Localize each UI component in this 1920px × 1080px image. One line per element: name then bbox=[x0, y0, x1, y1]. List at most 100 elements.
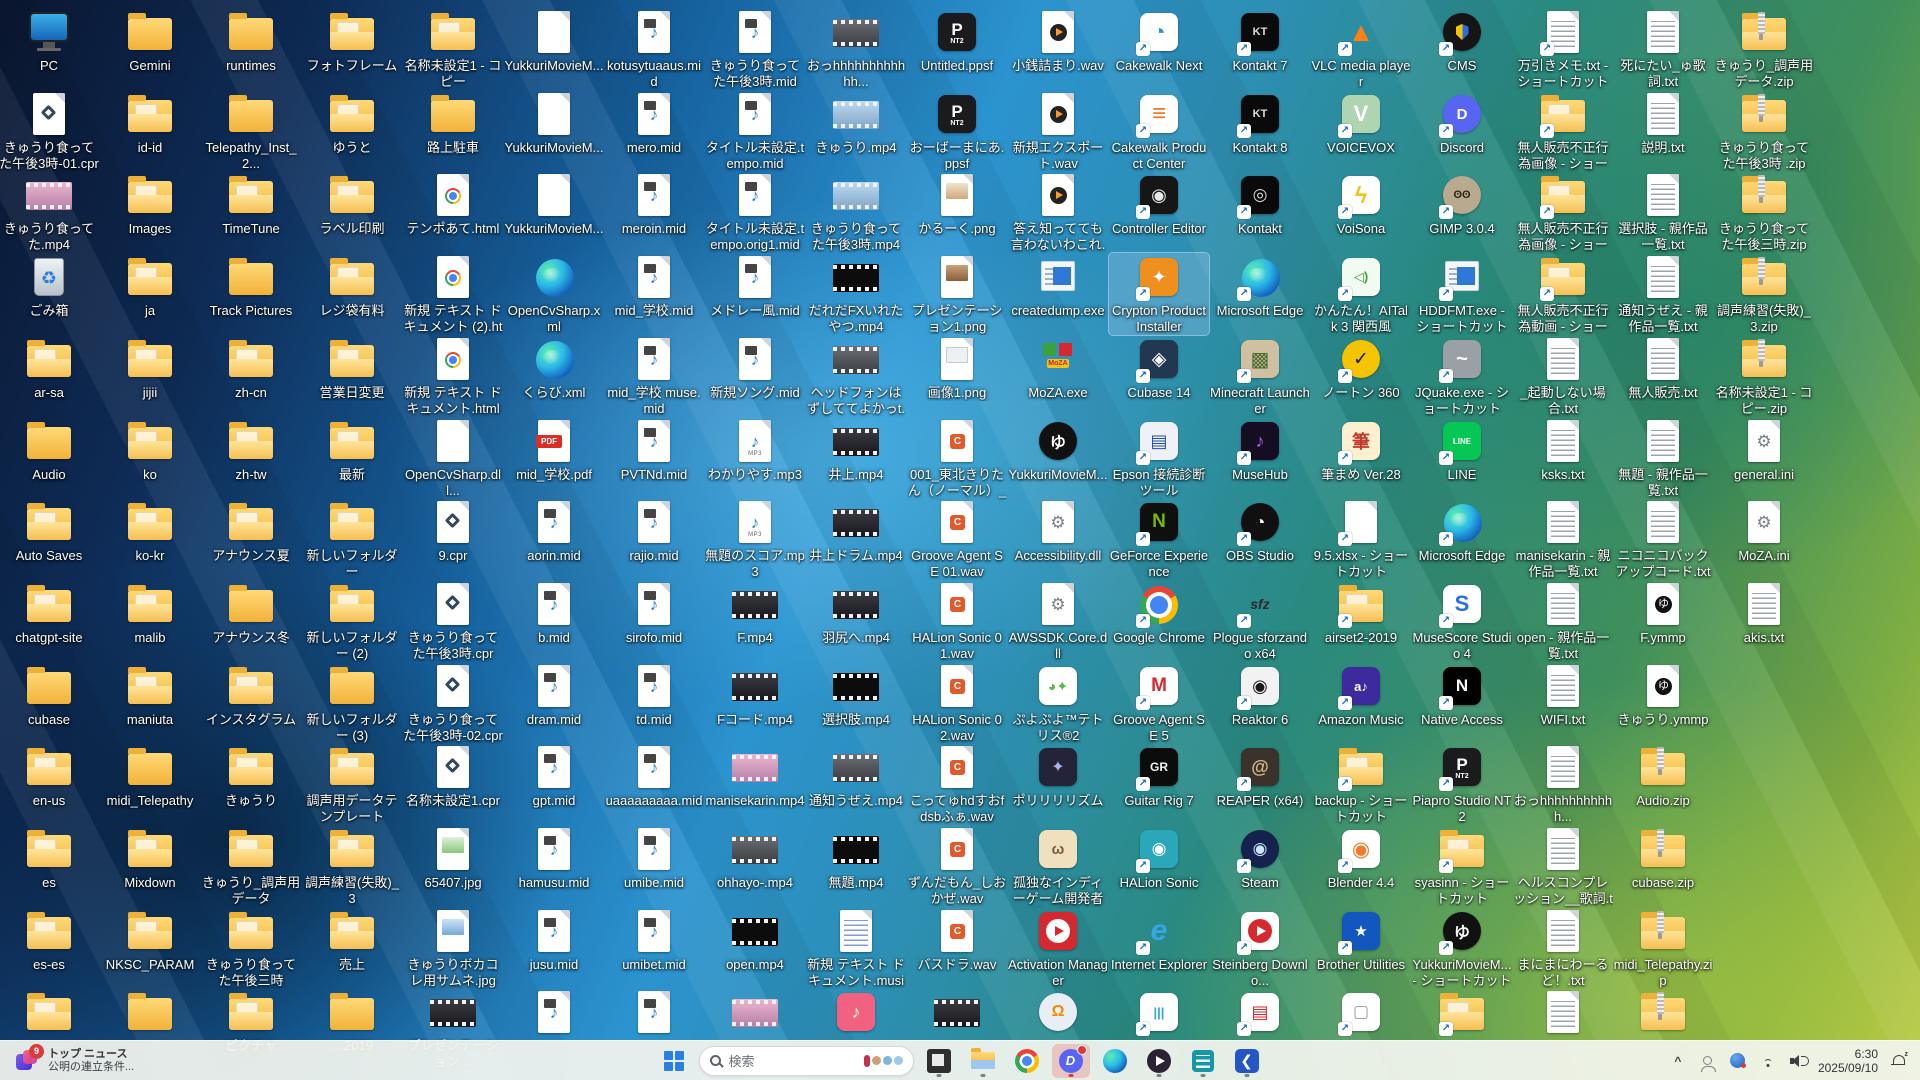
desktop-icon[interactable]: ♪ dram.mid bbox=[504, 662, 604, 728]
desktop-icon[interactable]: ◉ ↗ Steam bbox=[1210, 825, 1310, 891]
desktop-icon[interactable]: C バスドラ.wav bbox=[907, 907, 1007, 973]
desktop-icon[interactable] bbox=[1513, 988, 1613, 1038]
desktop-icon[interactable]: ♪ jusu.mid bbox=[504, 907, 604, 973]
desktop-icon[interactable]: ♪ b.mid bbox=[504, 580, 604, 646]
desktop-icon[interactable]: ar-sa bbox=[0, 335, 99, 401]
desktop-icon[interactable]: e ↗ Internet Explorer bbox=[1109, 907, 1209, 973]
desktop-icon[interactable]: midi_Telepathy bbox=[100, 743, 200, 809]
desktop-icon[interactable]: ♪ sirofo.mid bbox=[604, 580, 704, 646]
desktop-icon[interactable]: N ↗ GeForce Experience bbox=[1109, 498, 1209, 580]
notification-bell-icon[interactable]: z bbox=[1888, 1048, 1908, 1074]
desktop-icon[interactable]: PDF mid_学校.pdf bbox=[504, 417, 604, 483]
desktop-icon[interactable]: ◔ ↗ OBS Studio bbox=[1210, 498, 1310, 564]
desktop-icon[interactable]: chatgpt-site bbox=[0, 580, 99, 646]
desktop-icon[interactable]: WIFI.txt bbox=[1513, 662, 1613, 728]
desktop-icon[interactable]: ↗ 万引きメモ.txt - ショートカット bbox=[1513, 8, 1613, 90]
desktop-icon[interactable]: ♪ ↗ MuseHub bbox=[1210, 417, 1310, 483]
desktop-icon[interactable]: NKSC_PARAM bbox=[100, 907, 200, 973]
desktop-icon[interactable]: ♪ rajio.mid bbox=[604, 498, 704, 564]
desktop-icon[interactable]: es-es bbox=[0, 907, 99, 973]
desktop-icon[interactable]: 無題.mp4 bbox=[806, 825, 906, 891]
desktop-icon[interactable]: ↗ backup - ショートカット bbox=[1311, 743, 1411, 825]
desktop-icon[interactable]: ↗ Steinberg Downlo... bbox=[1210, 907, 1310, 989]
desktop-icon[interactable]: ʘʘ ↗ GIMP 3.0.4 bbox=[1412, 171, 1512, 237]
desktop-icon[interactable]: ohhayo-.mp4 bbox=[705, 825, 805, 891]
desktop-icon[interactable]: ↗ bbox=[1412, 988, 1512, 1038]
wifi-icon[interactable] bbox=[1758, 1048, 1778, 1074]
desktop-icon[interactable]: ♪ kotusytuaaus.mid bbox=[604, 8, 704, 90]
desktop-icon[interactable]: きゅうり食ってた午後三時.zip bbox=[1714, 171, 1814, 253]
desktop-icon[interactable]: 65407.jpg bbox=[403, 825, 503, 891]
desktop[interactable]: PC きゅうり食ってた午後3時-01.cpr きゅうり食ってた.mp4 ♻ ごみ箱 ar-… bbox=[0, 0, 1920, 1080]
desktop-icon[interactable]: 名称未設定1.cpr bbox=[403, 743, 503, 809]
desktop-icon[interactable]: runtimes bbox=[201, 8, 301, 74]
desktop-icon[interactable]: C HALion Sonic 01.wav bbox=[907, 580, 1007, 662]
desktop-icon[interactable]: YukkuriMovieM... bbox=[504, 90, 604, 156]
desktop-icon[interactable]: jijii bbox=[100, 335, 200, 401]
desktop-icon[interactable]: 通知うぜえ - 親作品一覧.txt bbox=[1613, 253, 1713, 335]
desktop-icon[interactable]: ゆ YukkuriMovieM... bbox=[1008, 417, 1108, 483]
desktop-icon[interactable]: ⚙ AWSSDK.Core.dll bbox=[1008, 580, 1108, 662]
desktop-icon[interactable]: ||| ↗ bbox=[1109, 988, 1209, 1038]
desktop-icon[interactable]: 最新 bbox=[302, 417, 402, 483]
desktop-icon[interactable]: akis.txt bbox=[1714, 580, 1814, 646]
desktop-icon[interactable]: ♪ hamusu.mid bbox=[504, 825, 604, 891]
desktop-icon[interactable]: ゆ ↗ YukkuriMovieM... - ショートカット bbox=[1412, 907, 1512, 989]
desktop-icon[interactable]: Audio bbox=[0, 417, 99, 483]
desktop-icon[interactable]: きゅうりボカコレ用サムネ.jpg bbox=[403, 907, 503, 989]
desktop-icon[interactable]: ♪ mero.mid bbox=[604, 90, 704, 156]
desktop-icon[interactable]: ⚙ MoZA.ini bbox=[1714, 498, 1814, 564]
desktop-icon[interactable]: ♪ きゅうり食ってた午後3時.mid bbox=[705, 8, 805, 90]
desktop-icon[interactable]: ↗無人販売不正行為画像 - ショートカット bbox=[1513, 171, 1613, 254]
desktop-icon[interactable]: おっhhhhhhhhhhhh... bbox=[806, 8, 906, 90]
desktop-icon[interactable]: ♪ mid_学校.mid bbox=[604, 253, 704, 319]
desktop-icon[interactable]: P NT2 Untitled.ppsf bbox=[907, 8, 1007, 74]
desktop-icon[interactable] bbox=[1613, 988, 1713, 1038]
desktop-icon[interactable]: 無人販売.txt bbox=[1613, 335, 1713, 401]
desktop-icon[interactable]: きゅうり食ってた午後3時-02.cpr bbox=[403, 662, 503, 744]
desktop-icon[interactable]: Auto Saves bbox=[0, 498, 99, 564]
desktop-icon[interactable]: P NT2 おーばーまにあ.ppsf bbox=[907, 90, 1007, 172]
desktop-icon[interactable]: manisekarin.mp4 bbox=[705, 743, 805, 809]
tray-app-icon[interactable] bbox=[1728, 1048, 1748, 1074]
desktop-icon[interactable]: C HALion Sonic 02.wav bbox=[907, 662, 1007, 744]
desktop-icon[interactable]: ↗無人販売不正行為画像 - ショートカッ... bbox=[1513, 90, 1613, 173]
desktop-icon[interactable]: ヘルスコンプレッション__歌詞.txt bbox=[1513, 825, 1613, 908]
desktop-icon[interactable]: M ↗ Groove Agent SE 5 bbox=[1109, 662, 1209, 744]
desktop-icon[interactable]: くらび.xml bbox=[504, 335, 604, 401]
desktop-icon[interactable]: きゅうり食ってた午後3時 .zip bbox=[1714, 90, 1814, 172]
desktop-icon[interactable]: ♪ bbox=[604, 988, 704, 1038]
desktop-icon[interactable]: ⚙ Accessibility.dll bbox=[1008, 498, 1108, 564]
clock[interactable]: 6:30 2025/09/10 bbox=[1818, 1047, 1878, 1075]
desktop-icon[interactable]: Images bbox=[100, 171, 200, 237]
desktop-icon[interactable]: Activation Manager bbox=[1008, 907, 1108, 989]
desktop-icon[interactable]: 9.cpr bbox=[403, 498, 503, 564]
tray-overflow-chevron-icon[interactable]: ^ bbox=[1668, 1048, 1688, 1074]
desktop-icon[interactable]: 井上ドラム.mp4 bbox=[806, 498, 906, 564]
desktop-icon[interactable]: C Groove Agent SE 01.wav bbox=[907, 498, 1007, 580]
desktop-icon[interactable]: YukkuriMovieM... bbox=[504, 171, 604, 237]
desktop-icon[interactable]: cubase.zip bbox=[1613, 825, 1713, 891]
desktop-icon[interactable]: 新しいフォルダー bbox=[302, 498, 402, 580]
desktop-icon[interactable]: midi_Telepathy.zip bbox=[1613, 907, 1713, 989]
desktop-icon[interactable]: ♪ meroin.mid bbox=[604, 171, 704, 237]
desktop-icon[interactable]: ♪ td.mid bbox=[604, 662, 704, 728]
desktop-icon[interactable]: きゅうり食ってた.mp4 bbox=[0, 171, 99, 253]
desktop-icon[interactable]: きゅうり_調声用データ.zip bbox=[1714, 8, 1814, 90]
desktop-icon[interactable]: S ↗ MuseScore Studio 4 bbox=[1412, 580, 1512, 662]
desktop-icon[interactable]: V ↗ VOICEVOX bbox=[1311, 90, 1411, 156]
desktop-icon[interactable]: ♪ メドレー風.mid bbox=[705, 253, 805, 319]
desktop-icon[interactable]: 名称未設定1 - コピー.zip bbox=[1714, 335, 1814, 417]
desktop-icon[interactable]: ▲ ↗ VLC media player bbox=[1311, 8, 1411, 90]
desktop-icon[interactable]: フォトフレーム bbox=[302, 8, 402, 74]
desktop-icon[interactable]: きゅうり食ってた午後3時.cpr bbox=[403, 580, 503, 662]
desktop-icon[interactable]: ◉ ↗ HALion Sonic bbox=[1109, 825, 1209, 891]
desktop-icon[interactable]: OpenCvSharp.xml bbox=[504, 253, 604, 335]
desktop-icon[interactable]: 答え知ってても言わないわこれ.wav bbox=[1008, 171, 1108, 254]
taskbar-app-chrome[interactable] bbox=[1008, 1044, 1046, 1078]
desktop-icon[interactable]: ♪ umibet.mid bbox=[604, 907, 704, 973]
desktop-icon[interactable]: KT ↗ Kontakt 7 bbox=[1210, 8, 1310, 74]
desktop-icon[interactable]: cubase bbox=[0, 662, 99, 728]
desktop-icon[interactable]: es bbox=[0, 825, 99, 891]
desktop-icon[interactable]: きゅうり bbox=[201, 743, 301, 809]
